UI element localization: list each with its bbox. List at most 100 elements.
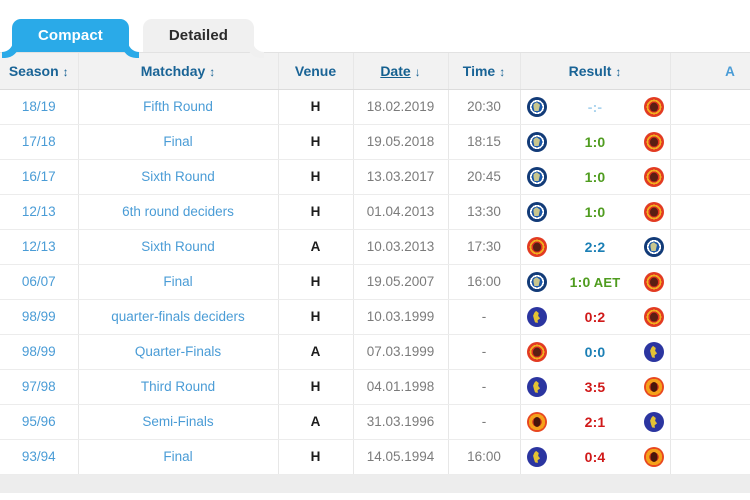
cell-season[interactable]: 98/99 bbox=[0, 299, 79, 335]
cell-date-text: 04.01.1998 bbox=[366, 379, 435, 394]
column-header-time[interactable]: Time ↕ bbox=[448, 53, 521, 90]
cell-season[interactable]: 06/07 bbox=[0, 264, 79, 300]
cell-time-text: 16:00 bbox=[467, 274, 501, 289]
result-row: -:- bbox=[526, 90, 664, 124]
table-row[interactable]: 06/07 Final H 19.05.2007 16:00 1:0 AET bbox=[0, 264, 750, 300]
cell-matchday-text: Final bbox=[163, 134, 193, 149]
column-header-time-label: Time bbox=[462, 62, 496, 79]
cell-matchday[interactable]: Fifth Round bbox=[78, 89, 279, 125]
sort-icon-date-descending[interactable]: ↓ bbox=[415, 65, 421, 79]
cell-time-text: - bbox=[481, 309, 487, 324]
cell-season-text: 93/94 bbox=[21, 449, 56, 464]
cell-season[interactable]: 98/99 bbox=[0, 334, 79, 370]
cell-result[interactable]: 1:0 bbox=[520, 124, 671, 160]
cell-venue-text: H bbox=[310, 134, 321, 149]
cell-season[interactable]: 18/19 bbox=[0, 89, 79, 125]
cell-matchday[interactable]: Final bbox=[78, 264, 279, 300]
sort-icon-result[interactable]: ↕ bbox=[615, 65, 621, 79]
cell-matchday[interactable]: Final bbox=[78, 439, 279, 475]
cell-result[interactable]: 2:1 bbox=[520, 404, 671, 440]
sort-icon-matchday[interactable]: ↕ bbox=[209, 65, 215, 79]
cell-result[interactable]: 1:0 AET bbox=[520, 264, 671, 300]
cell-result[interactable]: 0:0 bbox=[520, 334, 671, 370]
cell-time: - bbox=[448, 334, 521, 370]
away-club-crest-icon bbox=[643, 166, 664, 187]
cell-matchday-text: Sixth Round bbox=[141, 169, 215, 184]
cell-clipped bbox=[670, 89, 750, 125]
column-header-result[interactable]: Result ↕ bbox=[520, 53, 671, 90]
cell-season[interactable]: 16/17 bbox=[0, 159, 79, 195]
tab-detailed[interactable]: Detailed bbox=[142, 19, 255, 52]
cell-matchday[interactable]: Quarter-Finals bbox=[78, 334, 279, 370]
cell-venue: H bbox=[278, 89, 354, 125]
cell-matchday[interactable]: Sixth Round bbox=[78, 229, 279, 265]
score-value: 1:0 bbox=[584, 203, 606, 220]
fixtures-table-body: 18/19 Fifth Round H 18.02.2019 20:30 -:- 17/18… bbox=[0, 89, 750, 475]
sort-icon-time[interactable]: ↕ bbox=[499, 65, 505, 79]
cell-matchday[interactable]: Final bbox=[78, 124, 279, 160]
fixtures-table: Season↕ Matchday↕ Venue Date↓ Time↕ bbox=[0, 53, 750, 475]
table-row[interactable]: 16/17 Sixth Round H 13.03.2017 20:45 1:0 bbox=[0, 159, 750, 195]
table-bottom-filler bbox=[0, 474, 750, 493]
cell-matchday[interactable]: 6th round deciders bbox=[78, 194, 279, 230]
sort-icon-season[interactable]: ↕ bbox=[63, 65, 69, 79]
cell-date: 19.05.2018 bbox=[353, 124, 449, 160]
cell-clipped bbox=[670, 404, 750, 440]
table-header-row: Season↕ Matchday↕ Venue Date↓ Time↕ bbox=[0, 53, 750, 90]
table-row[interactable]: 12/13 Sixth Round A 10.03.2013 17:30 2:2 bbox=[0, 229, 750, 265]
cell-time-text: - bbox=[481, 379, 487, 394]
table-row[interactable]: 95/96 Semi-Finals A 31.03.1996 - 2:1 bbox=[0, 404, 750, 440]
cell-venue-text: H bbox=[310, 99, 321, 114]
cell-date-text: 01.04.2013 bbox=[366, 204, 435, 219]
cell-date-text: 14.05.1994 bbox=[366, 449, 435, 464]
table-row[interactable]: 18/19 Fifth Round H 18.02.2019 20:30 -:- bbox=[0, 89, 750, 125]
column-header-venue-label: Venue bbox=[294, 62, 337, 79]
cell-time-text: 18:15 bbox=[467, 134, 501, 149]
cell-season[interactable]: 97/98 bbox=[0, 369, 79, 405]
cell-result[interactable]: 0:2 bbox=[520, 299, 671, 335]
table-row[interactable]: 98/99 Quarter-Finals A 07.03.1999 - 0:0 bbox=[0, 334, 750, 370]
cell-season[interactable]: 12/13 bbox=[0, 229, 79, 265]
column-header-date[interactable]: Date ↓ bbox=[353, 53, 449, 90]
score-value: 1:0 bbox=[584, 168, 606, 185]
result-row: 0:2 bbox=[526, 300, 664, 334]
table-row[interactable]: 98/99 quarter-finals deciders H 10.03.1999 -… bbox=[0, 299, 750, 335]
cell-result[interactable]: 3:5 bbox=[520, 369, 671, 405]
cell-result[interactable]: -:- bbox=[520, 89, 671, 125]
score-value: 0:2 bbox=[584, 308, 606, 325]
column-header-clipped[interactable]: A bbox=[670, 53, 750, 90]
column-header-season[interactable]: Season ↕ bbox=[0, 53, 79, 90]
cell-season[interactable]: 12/13 bbox=[0, 194, 79, 230]
cell-season[interactable]: 95/96 bbox=[0, 404, 79, 440]
cell-matchday-text: Fifth Round bbox=[143, 99, 213, 114]
cell-matchday-text: Sixth Round bbox=[141, 239, 215, 254]
table-row[interactable]: 17/18 Final H 19.05.2018 18:15 1:0 bbox=[0, 124, 750, 160]
table-row[interactable]: 93/94 Final H 14.05.1994 16:00 0:4 bbox=[0, 439, 750, 475]
cell-matchday[interactable]: quarter-finals deciders bbox=[78, 299, 279, 335]
cell-venue-text: H bbox=[310, 274, 321, 289]
cell-venue: H bbox=[278, 369, 354, 405]
cell-result[interactable]: 2:2 bbox=[520, 229, 671, 265]
cell-clipped bbox=[670, 299, 750, 335]
column-header-matchday[interactable]: Matchday ↕ bbox=[78, 53, 279, 90]
cell-venue: A bbox=[278, 334, 354, 370]
cell-result[interactable]: 1:0 bbox=[520, 159, 671, 195]
cell-time-text: - bbox=[481, 344, 487, 359]
tab-compact[interactable]: Compact bbox=[12, 19, 129, 52]
score-value: 3:5 bbox=[584, 378, 606, 395]
cell-matchday[interactable]: Third Round bbox=[78, 369, 279, 405]
away-club-crest-icon bbox=[643, 271, 664, 292]
table-row[interactable]: 97/98 Third Round H 04.01.1998 - 3:5 bbox=[0, 369, 750, 405]
table-row[interactable]: 12/13 6th round deciders H 01.04.2013 13:30 1… bbox=[0, 194, 750, 230]
column-header-date-label: Date bbox=[380, 62, 411, 79]
cell-season[interactable]: 17/18 bbox=[0, 124, 79, 160]
cell-result[interactable]: 1:0 bbox=[520, 194, 671, 230]
result-row: 2:2 bbox=[526, 230, 664, 264]
cell-matchday[interactable]: Semi-Finals bbox=[78, 404, 279, 440]
column-header-venue[interactable]: Venue bbox=[278, 53, 354, 90]
score-label: 1:0 bbox=[547, 169, 644, 185]
cell-season[interactable]: 93/94 bbox=[0, 439, 79, 475]
cell-matchday[interactable]: Sixth Round bbox=[78, 159, 279, 195]
cell-result[interactable]: 0:4 bbox=[520, 439, 671, 475]
cell-date-text: 18.02.2019 bbox=[366, 99, 435, 114]
